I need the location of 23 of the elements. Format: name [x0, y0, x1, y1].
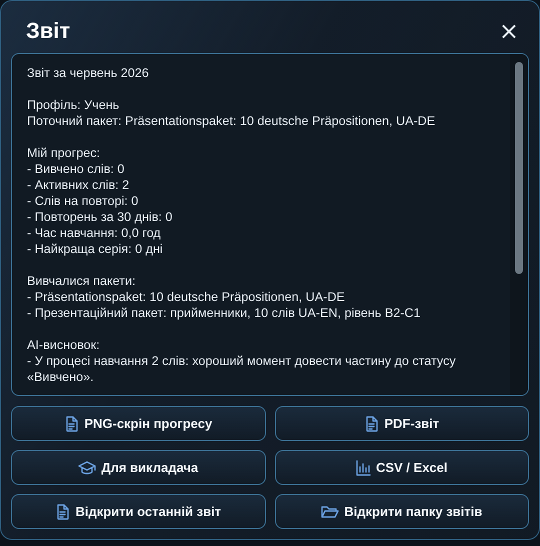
action-button[interactable]: CSV / Excel	[274, 450, 529, 485]
report-line: - Презентаційний пакет: прийменники, 10 слів UA-EN, рівень B2-C1	[27, 304, 422, 321]
report-line: - У процесі навчання 2 слів: хороший момент довести частину до статусу «Вивчено».	[27, 352, 457, 385]
dialog-title: Звіт	[26, 17, 70, 46]
report-line: Мій прогрес:	[27, 144, 102, 161]
action-button[interactable]: Відкрити папку звітів	[274, 494, 529, 529]
report-line: - Найкраща серія: 0 дні	[27, 240, 164, 257]
report-line: - Слів на повторі: 0	[27, 192, 140, 209]
report-line: AI-висновок:	[27, 336, 101, 353]
action-button[interactable]: PNG-скрін прогресу	[11, 406, 266, 441]
close-button[interactable]: ×	[494, 18, 523, 43]
report-line: Профіль: Учень	[27, 96, 120, 113]
report-line: - Активних слів: 2	[27, 176, 130, 193]
report-line: - Час навчання: 0,0 год	[27, 224, 162, 241]
report-line: Звіт за червень 2026	[27, 64, 150, 81]
action-button[interactable]: Для викладача	[11, 450, 266, 485]
report-line: Вивчалися пакети:	[27, 272, 136, 289]
action-button[interactable]: PDF-звіт	[274, 406, 529, 441]
report-line: Поточний пакет: Präsentationspaket: 10 deutsche Präpositionen, UA-DE	[27, 112, 436, 129]
action-button[interactable]: Відкрити останній звіт	[11, 494, 266, 529]
report-line: - Präsentationspaket: 10 deutsche Präpositionen, UA-DE	[27, 288, 346, 305]
report-line: - Повторень за 30 днів: 0	[27, 208, 174, 225]
report-line: - Вивчено слів: 0	[27, 160, 126, 177]
